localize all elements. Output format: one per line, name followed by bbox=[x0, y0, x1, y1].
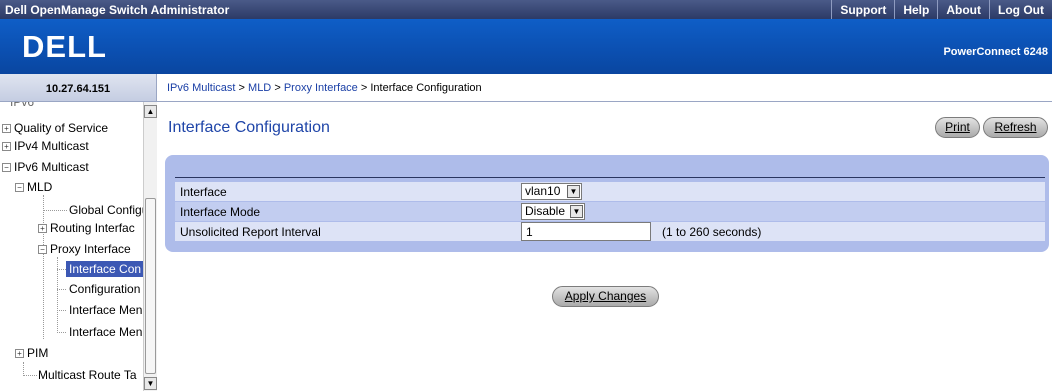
apply-changes-button[interactable]: Apply Changes bbox=[552, 286, 659, 307]
product-model: PowerConnect 6248 bbox=[943, 46, 1048, 58]
breadcrumb-separator: > bbox=[274, 82, 281, 94]
nav-label: MLD bbox=[27, 180, 53, 194]
top-links: Support Help About Log Out bbox=[831, 0, 1052, 19]
nav-scrollbar[interactable]: ▲ ▼ bbox=[143, 102, 157, 391]
collapse-icon[interactable]: − bbox=[15, 183, 24, 192]
scrollbar-thumb[interactable] bbox=[145, 198, 156, 374]
tree-connector bbox=[43, 195, 44, 339]
nav-item-proxy-interface[interactable]: − Proxy Interface bbox=[38, 241, 131, 257]
nav-item-multicast-route-table[interactable]: Multicast Route Ta bbox=[38, 367, 137, 383]
tree-connector bbox=[23, 375, 37, 376]
tree-connector bbox=[23, 362, 24, 376]
expand-icon[interactable]: + bbox=[38, 224, 47, 233]
breadcrumb-separator: > bbox=[360, 82, 368, 94]
interface-select[interactable]: vlan10 ▼ bbox=[521, 183, 582, 200]
breadcrumb-current: Interface Configuration bbox=[370, 82, 482, 94]
nav-item-ipv6-multicast[interactable]: − IPv6 Multicast bbox=[2, 159, 89, 175]
print-button[interactable]: Print bbox=[935, 117, 980, 138]
nav-item-routing-interface[interactable]: + Routing Interfac bbox=[38, 220, 135, 236]
interface-row: Interface vlan10 ▼ bbox=[175, 182, 1045, 201]
interface-mode-row: Interface Mode Disable ▼ bbox=[175, 202, 1045, 221]
title-bar: Dell OpenManage Switch Administrator Sup… bbox=[0, 0, 1052, 19]
breadcrumb-separator: > bbox=[238, 82, 245, 94]
collapse-icon[interactable]: − bbox=[38, 245, 47, 254]
nav-item-interface-membership-1[interactable]: Interface Men bbox=[69, 302, 142, 318]
report-interval-label: Unsolicited Report Interval bbox=[180, 225, 321, 239]
page-title: Interface Configuration bbox=[168, 119, 330, 136]
collapse-icon[interactable]: − bbox=[2, 163, 11, 172]
report-interval-input[interactable] bbox=[521, 222, 651, 241]
tree-connector bbox=[57, 269, 66, 270]
help-link[interactable]: Help bbox=[894, 0, 937, 19]
support-link[interactable]: Support bbox=[831, 0, 894, 19]
tree-connector bbox=[57, 332, 66, 333]
interface-mode-value: Disable bbox=[525, 204, 566, 218]
expand-icon[interactable]: + bbox=[2, 124, 11, 133]
breadcrumb-mld[interactable]: MLD bbox=[248, 82, 271, 94]
breadcrumb: IPv6 Multicast > MLD > Proxy Interface >… bbox=[157, 74, 1052, 102]
interface-mode-select[interactable]: Disable ▼ bbox=[521, 203, 585, 220]
report-interval-row: Unsolicited Report Interval (1 to 260 se… bbox=[175, 222, 1045, 241]
nav-item-global-configuration[interactable]: Global Configur bbox=[69, 202, 152, 218]
interface-label: Interface bbox=[180, 185, 227, 199]
nav-item-quality-of-service[interactable]: + Quality of Service bbox=[2, 120, 108, 136]
nav-item-mld[interactable]: − MLD bbox=[15, 179, 52, 195]
nav-label: IPv6 Multicast bbox=[14, 160, 89, 174]
nav-label: Routing Interfac bbox=[50, 221, 135, 235]
breadcrumb-proxy-interface[interactable]: Proxy Interface bbox=[284, 82, 358, 94]
nav-label: Proxy Interface bbox=[50, 242, 131, 256]
ip-address: 10.27.64.151 bbox=[0, 74, 157, 102]
tree-connector bbox=[57, 289, 66, 290]
scroll-up-icon[interactable]: ▲ bbox=[144, 105, 157, 118]
report-interval-range: (1 to 260 seconds) bbox=[662, 225, 762, 239]
nav-label: PIM bbox=[27, 346, 49, 360]
about-link[interactable]: About bbox=[937, 0, 989, 19]
tree-connector bbox=[43, 210, 67, 211]
logout-link[interactable]: Log Out bbox=[989, 0, 1052, 19]
config-panel: Interface vlan10 ▼ Interface Mode Disabl… bbox=[165, 155, 1049, 252]
nav-label: Quality of Service bbox=[14, 121, 109, 135]
nav-item-pim[interactable]: + PIM bbox=[15, 345, 48, 361]
interface-mode-label: Interface Mode bbox=[180, 205, 261, 219]
nav-item-interface-membership-2[interactable]: Interface Men bbox=[69, 324, 142, 340]
header-banner: DELL PowerConnect 6248 bbox=[0, 19, 1052, 74]
nav-item-configuration-summary[interactable]: Configuration bbox=[69, 281, 140, 297]
nav-item-ipv4-multicast[interactable]: + IPv4 Multicast bbox=[2, 138, 89, 154]
nav-item-interface-configuration[interactable]: Interface Con bbox=[66, 261, 145, 277]
refresh-button[interactable]: Refresh bbox=[983, 117, 1048, 138]
expand-icon[interactable]: + bbox=[15, 349, 24, 358]
tree-connector bbox=[57, 310, 66, 311]
interface-select-value: vlan10 bbox=[525, 184, 561, 198]
breadcrumb-ipv6-multicast[interactable]: IPv6 Multicast bbox=[167, 82, 235, 94]
panel-divider bbox=[175, 177, 1045, 178]
expand-icon[interactable]: + bbox=[2, 142, 11, 151]
logo-text: DELL bbox=[22, 29, 107, 64]
chevron-down-icon[interactable]: ▼ bbox=[567, 185, 580, 198]
dell-logo: DELL bbox=[22, 29, 107, 64]
chevron-down-icon[interactable]: ▼ bbox=[570, 205, 583, 218]
nav-item-ipv6-partial[interactable]: IPv6 bbox=[10, 102, 34, 110]
scroll-down-icon[interactable]: ▼ bbox=[144, 377, 157, 390]
app-title: Dell OpenManage Switch Administrator bbox=[5, 3, 230, 17]
nav-tree: IPv6 + Quality of Service + IPv4 Multicast… bbox=[0, 102, 157, 391]
nav-label: IPv4 Multicast bbox=[14, 139, 89, 153]
